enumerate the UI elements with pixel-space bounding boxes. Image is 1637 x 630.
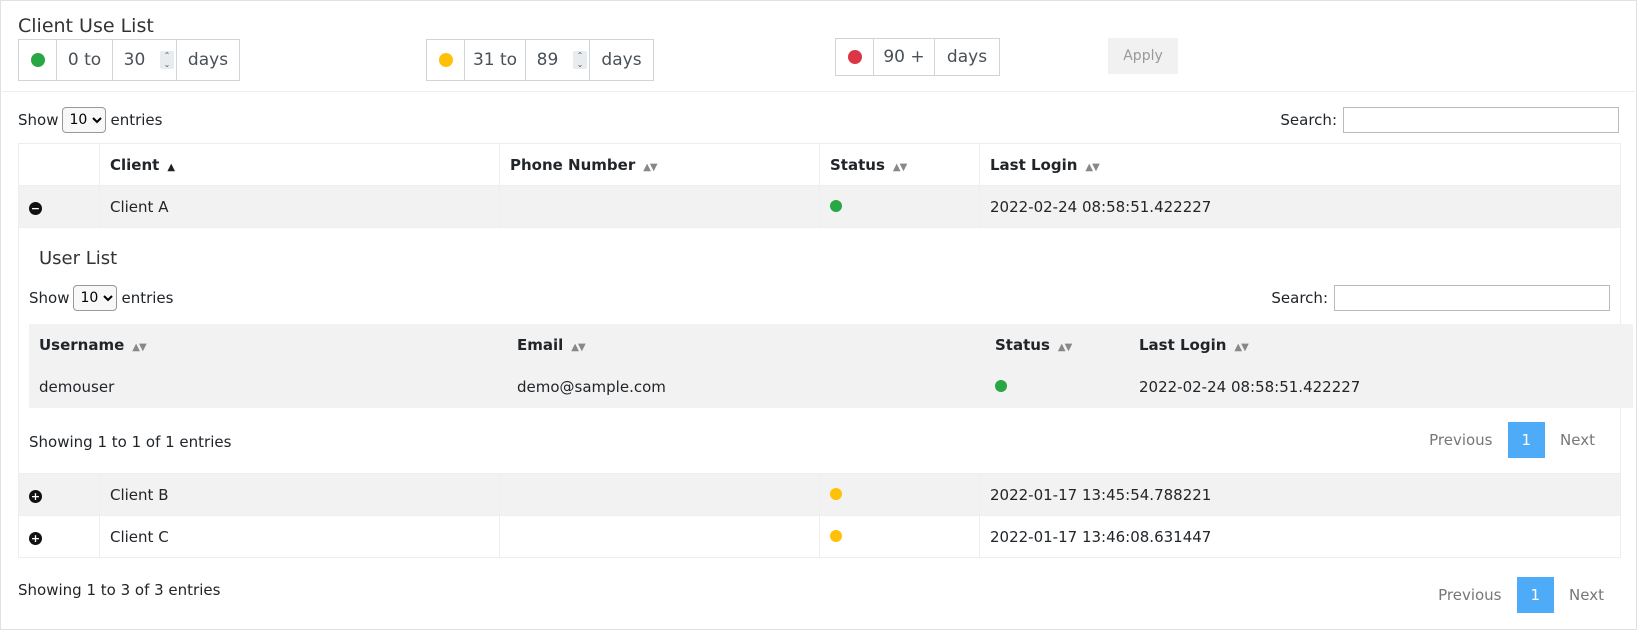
red-range-from: 90 + bbox=[874, 39, 935, 75]
green-range-filter: 0 to 30 ⌃ ⌄ days bbox=[18, 39, 240, 81]
page-length-select[interactable]: 10 bbox=[62, 107, 107, 133]
sort-icon: ▲▼ bbox=[1085, 161, 1099, 173]
client-name: Client B bbox=[99, 473, 500, 516]
column-header-email[interactable]: Email ▲▼ bbox=[507, 324, 985, 366]
table-row[interactable]: − Client A 2022-02-24 08:58:51.422227 bbox=[18, 185, 1621, 228]
expand-row-icon[interactable]: + bbox=[29, 489, 42, 503]
sort-icon: ▲▼ bbox=[892, 161, 907, 173]
user-last-login: 2022-02-24 08:58:51.422227 bbox=[1139, 378, 1361, 396]
previous-button[interactable]: Previous bbox=[1423, 577, 1516, 613]
page-1-button[interactable]: 1 bbox=[1516, 577, 1555, 613]
expand-row-icon[interactable]: + bbox=[29, 531, 42, 545]
client-phone bbox=[499, 515, 820, 558]
divider bbox=[2, 91, 1635, 92]
page-title: Client Use List bbox=[18, 15, 154, 37]
sort-icon: ▲▼ bbox=[571, 342, 585, 353]
status-yellow-icon bbox=[830, 529, 842, 542]
sort-ascending-icon: ▲ bbox=[167, 161, 175, 173]
yellow-range-from: 31 to bbox=[465, 40, 526, 80]
red-status-icon bbox=[847, 50, 862, 64]
previous-button[interactable]: Previous bbox=[1414, 422, 1507, 458]
search-control: Search: bbox=[1280, 107, 1619, 133]
username: demouser bbox=[39, 378, 115, 396]
client-last-login: 2022-01-17 13:45:54.788221 bbox=[979, 473, 1621, 516]
column-header-last-login[interactable]: Last Login ▲▼ bbox=[979, 143, 1621, 186]
client-last-login: 2022-02-24 08:58:51.422227 bbox=[979, 185, 1621, 228]
green-range-to-input[interactable]: 30 ⌃ ⌄ bbox=[113, 40, 177, 80]
status-yellow-icon bbox=[830, 487, 842, 500]
table-info: Showing 1 to 3 of 3 entries bbox=[18, 581, 221, 599]
column-header-last-login[interactable]: Last Login ▲▼ bbox=[1129, 324, 1633, 366]
table-header: Client ▲ Phone Number ▲▼ Status ▲▼ Last Log… bbox=[18, 143, 1621, 186]
red-range-filter: 90 + days bbox=[835, 38, 1000, 76]
client-phone bbox=[499, 473, 820, 516]
client-last-login: 2022-01-17 13:46:08.631447 bbox=[979, 515, 1621, 558]
client-name: Client C bbox=[99, 515, 500, 558]
user-page-length-select[interactable]: 10 bbox=[73, 285, 118, 311]
green-range-from: 0 to bbox=[57, 40, 113, 80]
red-range-unit: days bbox=[946, 47, 988, 67]
sort-icon: ▲▼ bbox=[643, 161, 657, 173]
table-row: demouser demo@sample.com 2022-02-24 08:5… bbox=[29, 366, 1633, 408]
yellow-range-unit: days bbox=[601, 50, 642, 70]
client-name: Client A bbox=[99, 185, 500, 228]
column-header-username[interactable]: Username ▲▼ bbox=[29, 324, 507, 366]
user-list-title: User List bbox=[39, 248, 118, 269]
collapse-row-icon[interactable]: − bbox=[29, 201, 42, 215]
column-header-phone[interactable]: Phone Number ▲▼ bbox=[499, 143, 820, 186]
child-row: User List Show 10 entries Search: Userna… bbox=[18, 227, 1633, 474]
clients-pagination: Previous 1 Next bbox=[1423, 577, 1619, 613]
client-phone bbox=[499, 185, 820, 228]
next-button[interactable]: Next bbox=[1554, 577, 1619, 613]
sort-icon: ▲▼ bbox=[132, 342, 146, 353]
user-list-table: Username ▲▼ Email ▲▼ Status ▲▼ Last Login ▲▼… bbox=[29, 324, 1633, 408]
column-header-status[interactable]: Status ▲▼ bbox=[985, 324, 1129, 366]
number-spinner-icon[interactable]: ⌃ ⌄ bbox=[160, 51, 174, 69]
table-row[interactable]: + Client C 2022-01-17 13:46:08.631447 bbox=[18, 515, 1621, 558]
clients-table: Client ▲ Phone Number ▲▼ Status ▲▼ Last Log… bbox=[18, 143, 1633, 558]
status-green-icon bbox=[830, 199, 842, 212]
status-green-icon bbox=[995, 380, 1007, 392]
column-header-status[interactable]: Status ▲▼ bbox=[819, 143, 980, 186]
column-header-client[interactable]: Client ▲ bbox=[99, 143, 500, 186]
sort-icon: ▲▼ bbox=[1234, 342, 1248, 353]
page-1-button[interactable]: 1 bbox=[1507, 422, 1546, 458]
green-range-unit: days bbox=[187, 50, 229, 70]
sort-icon: ▲▼ bbox=[1057, 342, 1072, 353]
search-input[interactable] bbox=[1343, 107, 1619, 133]
client-use-panel: Client Use List 0 to 30 ⌃ ⌄ days 31 to 89… bbox=[0, 0, 1637, 630]
yellow-range-to-input[interactable]: 89 ⌃ ⌄ bbox=[526, 40, 590, 80]
user-list-pagination: Previous 1 Next bbox=[1414, 422, 1610, 458]
user-search-input[interactable] bbox=[1334, 285, 1610, 311]
email: demo@sample.com bbox=[517, 378, 666, 396]
yellow-status-icon bbox=[438, 53, 453, 67]
apply-button[interactable]: Apply bbox=[1108, 38, 1178, 74]
page-length-control: Show 10 entries bbox=[18, 107, 162, 133]
table-header: Username ▲▼ Email ▲▼ Status ▲▼ Last Login ▲▼ bbox=[29, 324, 1633, 366]
green-status-icon bbox=[30, 53, 45, 67]
next-button[interactable]: Next bbox=[1545, 422, 1610, 458]
user-search-control: Search: bbox=[1271, 285, 1610, 311]
table-row[interactable]: + Client B 2022-01-17 13:45:54.788221 bbox=[18, 473, 1621, 516]
yellow-range-filter: 31 to 89 ⌃ ⌄ days bbox=[426, 39, 654, 81]
user-list-info: Showing 1 to 1 of 1 entries bbox=[29, 433, 232, 451]
user-page-length-control: Show 10 entries bbox=[29, 285, 173, 311]
number-spinner-icon[interactable]: ⌃ ⌄ bbox=[573, 51, 587, 69]
